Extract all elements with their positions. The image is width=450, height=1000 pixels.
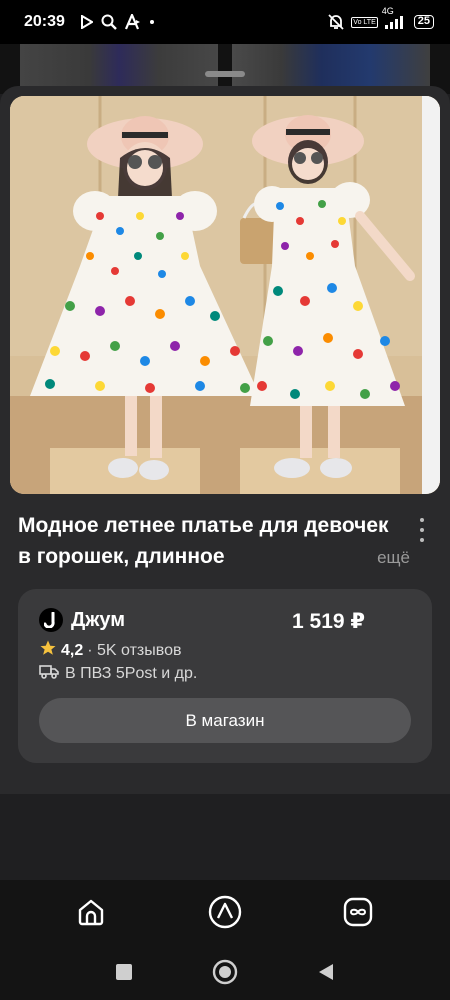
app-bottom-nav [0, 880, 450, 944]
product-sheet: Модное летнее платье для девочек в горош… [0, 86, 450, 794]
signal-icon: 4G [382, 6, 408, 29]
infinity-icon[interactable] [338, 892, 378, 932]
product-title-row: Модное летнее платье для девочек в горош… [18, 510, 438, 572]
mute-bell-icon [327, 13, 345, 31]
offer-card[interactable]: Джум 1 519 ₽ 4,2 · 5K отзывов В ПВЗ 5Pos… [18, 589, 432, 763]
empty-area [0, 794, 450, 880]
shop-row: Джум [39, 608, 125, 632]
price: 1 519 ₽ [292, 610, 365, 633]
reviews-count: · 5K отзывов [87, 641, 182, 659]
status-bar: 20:39 Vo LTE 4G 25 [0, 0, 450, 44]
system-nav-bar [0, 944, 450, 1000]
delivery-text: В ПВЗ 5Post и др. [65, 664, 198, 682]
home-icon[interactable] [71, 892, 111, 932]
font-icon [124, 14, 141, 30]
rating-row: 4,2 · 5K отзывов [39, 639, 181, 662]
dot-icon [149, 19, 155, 25]
home-circle-icon[interactable] [211, 958, 239, 986]
sheet-drag-handle[interactable] [205, 71, 245, 77]
more-options-icon[interactable] [418, 518, 426, 542]
battery-indicator: 25 [413, 15, 434, 29]
alice-icon[interactable] [205, 892, 245, 932]
shop-name: Джум [71, 608, 126, 631]
volte-badge: Vo LTE [351, 16, 378, 28]
network-label: 4G [381, 6, 394, 16]
go-to-store-button[interactable]: В магазин [39, 698, 411, 743]
status-time: 20:39 [24, 13, 65, 30]
play-icon [80, 15, 93, 29]
truck-icon [39, 663, 59, 684]
product-image[interactable] [10, 96, 440, 494]
more-link[interactable]: ещё [377, 548, 410, 568]
rating-value: 4,2 [61, 641, 84, 659]
back-icon[interactable] [312, 958, 340, 986]
shop-logo-icon [39, 608, 63, 632]
recents-icon[interactable] [110, 958, 138, 986]
star-icon [39, 639, 57, 662]
search-icon [101, 14, 117, 30]
delivery-row: В ПВЗ 5Post и др. [39, 663, 197, 684]
